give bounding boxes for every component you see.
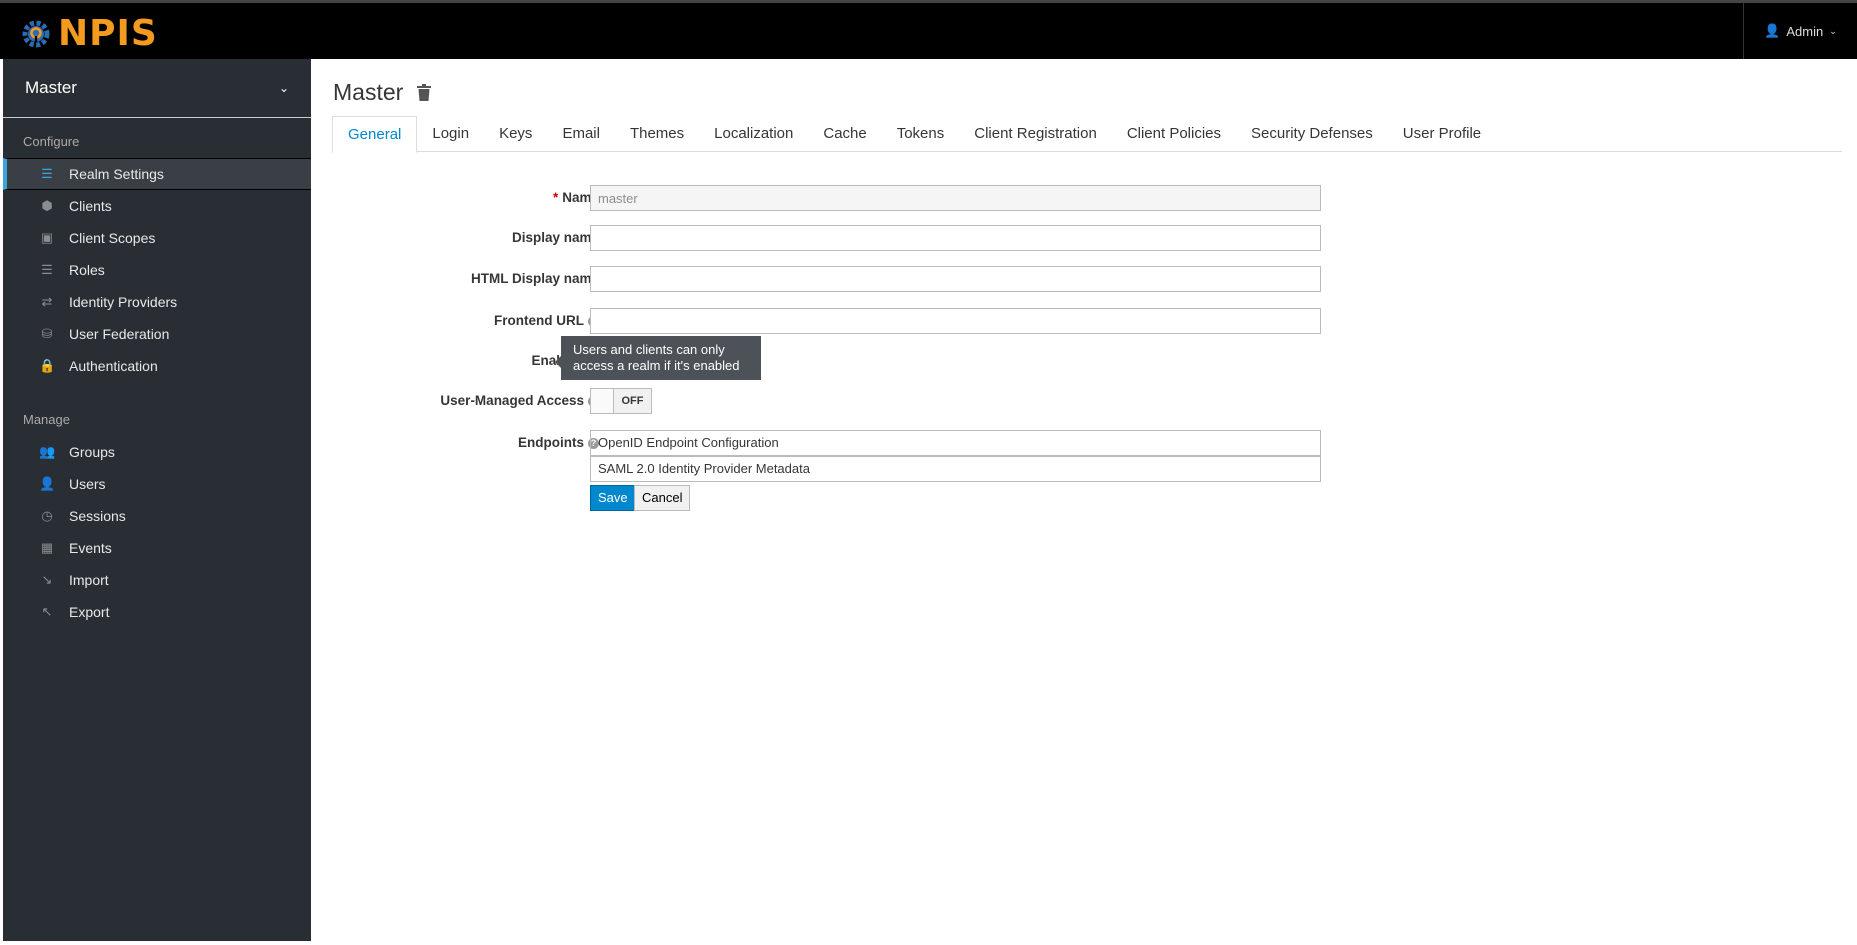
- sidebar-item-realm-settings[interactable]: ☰ Realm Settings: [3, 158, 311, 190]
- realm-name: Master: [25, 78, 77, 97]
- cancel-button[interactable]: Cancel: [634, 485, 691, 511]
- field-name: * Name: [311, 185, 1411, 211]
- sidebar-item-events[interactable]: ▦ Events: [3, 532, 311, 564]
- page-title: Master: [333, 79, 432, 106]
- tab-email[interactable]: Email: [547, 116, 615, 151]
- logo: NPIS: [22, 13, 158, 54]
- exchange-icon: ⇄: [41, 294, 53, 309]
- sidebar-item-label: Client Scopes: [69, 230, 156, 246]
- uma-label: User-Managed Access: [440, 393, 584, 408]
- main-content: Master General Login Keys Email Themes Locali…: [311, 59, 1857, 945]
- sidebar-item-groups[interactable]: 👥 Groups: [3, 436, 311, 468]
- name-input[interactable]: [590, 185, 1321, 211]
- tab-themes[interactable]: Themes: [615, 116, 699, 151]
- sidebar-item-sessions[interactable]: ◷ Sessions: [3, 500, 311, 532]
- save-button[interactable]: Save: [590, 485, 636, 511]
- field-display-name: Display name: [311, 225, 1411, 251]
- sidebar-item-label: Events: [69, 540, 112, 556]
- field-endpoints: Endpoints? OpenID Endpoint Configuration…: [311, 430, 1411, 482]
- export-icon: ↖: [41, 604, 53, 619]
- sidebar-item-authentication[interactable]: 🔒 Authentication: [3, 350, 311, 382]
- realm-selector[interactable]: Master ⌄: [3, 59, 311, 118]
- chevron-down-icon: ⌄: [1829, 25, 1837, 36]
- display-name-input[interactable]: [590, 225, 1321, 251]
- top-bar: NPIS 👤 Admin ⌄: [0, 0, 1857, 59]
- sidebar-item-label: Identity Providers: [69, 294, 178, 310]
- lock-icon: 🔒: [39, 358, 56, 373]
- sidebar-item-clients[interactable]: ⬢ Clients: [3, 190, 311, 222]
- html-display-name-label: HTML Display name: [470, 271, 599, 286]
- import-icon: ↘: [41, 572, 53, 587]
- tab-client-policies[interactable]: Client Policies: [1112, 116, 1236, 151]
- sidebar-item-label: User Federation: [69, 326, 170, 342]
- brand-name: NPIS: [58, 13, 158, 54]
- tab-user-profile[interactable]: User Profile: [1388, 116, 1496, 151]
- tab-localization[interactable]: Localization: [699, 116, 808, 151]
- sidebar-item-export[interactable]: ↖ Export: [3, 596, 311, 628]
- section-manage: Manage: [23, 412, 70, 427]
- chevron-down-icon: ⌄: [278, 81, 289, 95]
- endpoint-link-saml[interactable]: SAML 2.0 Identity Provider Metadata: [590, 456, 1321, 482]
- frontend-url-input[interactable]: [590, 308, 1321, 334]
- sidebar-item-label: Authentication: [69, 358, 158, 374]
- clock-icon: ◷: [41, 508, 53, 523]
- tab-security-defenses[interactable]: Security Defenses: [1236, 116, 1388, 151]
- page-title-text: Master: [333, 79, 404, 105]
- tab-tokens[interactable]: Tokens: [882, 116, 960, 151]
- section-configure: Configure: [23, 134, 80, 149]
- calendar-icon: ▦: [40, 540, 54, 555]
- sidebar-item-label: Groups: [69, 444, 115, 460]
- gear-logo-icon: [22, 20, 50, 47]
- database-icon: ⛁: [41, 326, 53, 341]
- form-actions: Save Cancel: [311, 485, 1411, 511]
- tab-keys[interactable]: Keys: [484, 116, 547, 151]
- sidebar-item-label: Import: [69, 572, 109, 588]
- sidebar-item-user-federation[interactable]: ⛁ User Federation: [3, 318, 311, 350]
- required-mark: *: [552, 190, 559, 205]
- users-icon: 👥: [39, 444, 56, 459]
- toggle-state: OFF: [614, 389, 651, 413]
- sidebar-item-label: Sessions: [69, 508, 126, 524]
- sliders-icon: ☰: [41, 166, 53, 181]
- sidebar-item-roles[interactable]: ☰ Roles: [3, 254, 311, 286]
- html-display-name-input[interactable]: [590, 266, 1321, 292]
- tooltip: Users and clients can only access a real…: [555, 336, 761, 380]
- user-menu[interactable]: 👤 Admin ⌄: [1743, 3, 1857, 59]
- uma-toggle[interactable]: OFF: [590, 388, 652, 414]
- endpoints-label: Endpoints: [518, 435, 584, 450]
- sidebar-item-label: Export: [69, 604, 110, 620]
- trash-icon[interactable]: [417, 84, 432, 101]
- sidebar: Master ⌄ Configure ☰ Realm Settings ⬢ Clien…: [3, 59, 311, 941]
- sidebar-item-label: Roles: [69, 262, 105, 278]
- sidebar-item-label: Clients: [69, 198, 112, 214]
- frontend-url-label: Frontend URL: [494, 313, 584, 328]
- sidebar-item-label: Users: [69, 476, 106, 492]
- sidebar-item-import[interactable]: ↘ Import: [3, 564, 311, 596]
- display-name-label: Display name: [511, 230, 599, 245]
- field-html-display-name: HTML Display name: [311, 266, 1411, 292]
- user-name: Admin: [1786, 23, 1824, 39]
- user-icon: 👤: [1764, 23, 1781, 38]
- tab-login[interactable]: Login: [417, 116, 484, 151]
- tab-general[interactable]: General: [332, 116, 418, 153]
- sidebar-item-label: Realm Settings: [69, 166, 164, 182]
- tab-bar: General Login Keys Email Themes Localization C…: [332, 116, 1842, 153]
- tab-cache[interactable]: Cache: [808, 116, 881, 151]
- field-frontend-url: Frontend URL?: [311, 308, 1411, 334]
- sidebar-item-users[interactable]: 👤 Users: [3, 468, 311, 500]
- field-enabled: Enabled? ON Users and clients can only a…: [311, 336, 1411, 380]
- sidebar-item-identity-providers[interactable]: ⇄ Identity Providers: [3, 286, 311, 318]
- cube-icon: ⬢: [41, 198, 53, 213]
- user-icon: 👤: [39, 476, 56, 491]
- field-user-managed-access: User-Managed Access? OFF: [311, 388, 1411, 414]
- cubes-icon: ▣: [40, 230, 54, 245]
- list-icon: ☰: [41, 262, 53, 277]
- tab-client-registration[interactable]: Client Registration: [959, 116, 1112, 151]
- sidebar-item-client-scopes[interactable]: ▣ Client Scopes: [3, 222, 311, 254]
- endpoint-link-openid[interactable]: OpenID Endpoint Configuration: [590, 430, 1321, 456]
